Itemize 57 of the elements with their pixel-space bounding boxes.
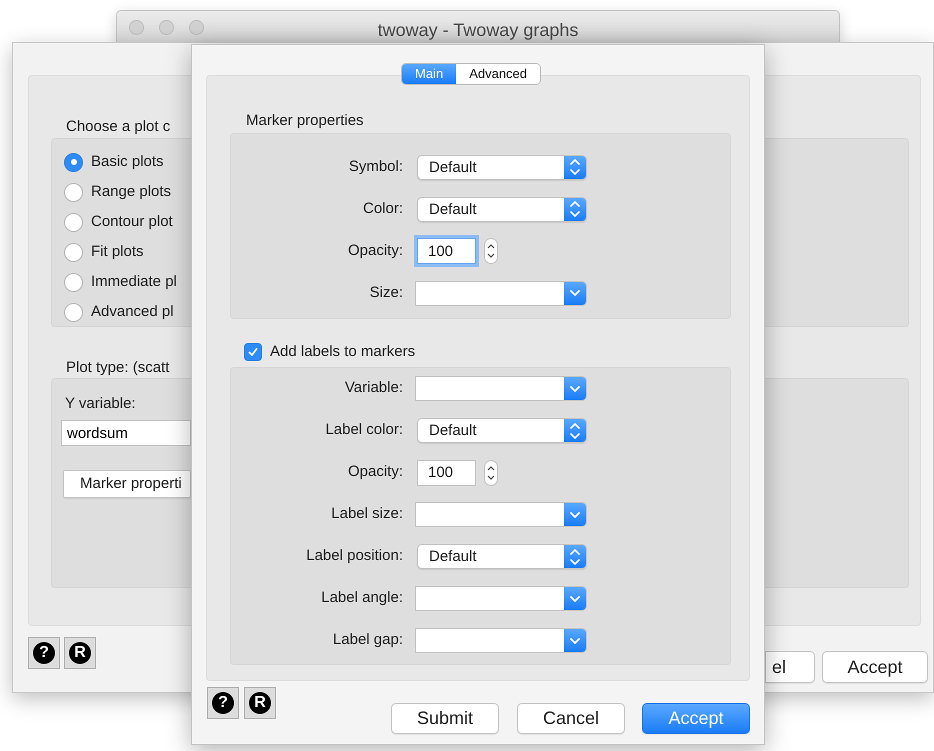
- checkbox-label[interactable]: Add labels to markers: [270, 341, 416, 364]
- stepper[interactable]: [484, 238, 498, 264]
- field-label: Opacity:: [346, 240, 403, 261]
- field-label: Size:: [368, 282, 403, 303]
- field-label: Opacity:: [346, 462, 403, 482]
- chevron-down-icon: [570, 386, 580, 392]
- reset-button[interactable]: R: [244, 687, 276, 719]
- dropdown[interactable]: Default: [417, 418, 587, 443]
- field-label: Label position:: [305, 546, 403, 566]
- field-label: Symbol:: [348, 156, 403, 177]
- help-button[interactable]: ?: [207, 687, 239, 719]
- checkbox[interactable]: [244, 343, 262, 362]
- field-label: Y variable:: [65, 394, 136, 414]
- updown-arrow-icon: [570, 201, 580, 217]
- field-label: Color:: [362, 198, 403, 219]
- number-field[interactable]: 100: [417, 460, 476, 486]
- field-label: Label size:: [330, 504, 403, 524]
- combo-box[interactable]: [415, 628, 587, 653]
- combo-box[interactable]: [415, 376, 587, 401]
- combo-box[interactable]: [415, 586, 587, 611]
- dropdown[interactable]: Default: [417, 196, 587, 222]
- chevron-down-icon: [570, 512, 580, 518]
- stepper[interactable]: [484, 460, 498, 486]
- chevron-down-icon: [570, 638, 580, 644]
- number-field[interactable]: 100: [417, 238, 476, 264]
- updown-arrow-icon: [570, 548, 580, 564]
- window-title: twoway - Twoway graphs: [376, 19, 580, 42]
- combo-box[interactable]: [415, 280, 587, 306]
- radio-label[interactable]: Fit plots: [91, 241, 144, 264]
- dialog-button[interactable]: Cancel: [517, 703, 625, 734]
- field-label: Label color:: [324, 420, 403, 440]
- dialog-button[interactable]: el: [765, 651, 815, 683]
- radio-label[interactable]: Basic plots: [91, 151, 164, 174]
- radio-label[interactable]: Immediate pl: [91, 271, 177, 294]
- reset-button[interactable]: R: [64, 637, 96, 669]
- section-title: Marker properties: [246, 112, 365, 130]
- radio-label[interactable]: Advanced pl: [91, 301, 174, 324]
- chevron-down-icon: [570, 290, 580, 296]
- radio-label[interactable]: Range plots: [91, 181, 172, 204]
- check-icon: [247, 346, 259, 358]
- radio-label[interactable]: Contour plot: [91, 211, 173, 234]
- dropdown[interactable]: Default: [417, 154, 587, 180]
- dialog-button[interactable]: Submit: [391, 703, 499, 734]
- field-label: Label angle:: [320, 588, 403, 608]
- updown-arrow-icon: [570, 422, 580, 438]
- combo-box[interactable]: [415, 502, 587, 527]
- dropdown[interactable]: Default: [417, 544, 587, 569]
- input-field[interactable]: wordsum: [61, 420, 191, 446]
- help-button[interactable]: ?: [28, 637, 60, 669]
- group-label: Choose a plot c: [66, 117, 170, 137]
- field-label: Label gap:: [332, 630, 403, 650]
- marker-properties-button[interactable]: Marker properti: [63, 470, 191, 498]
- group-label: Plot type: (scatt: [66, 358, 170, 378]
- chevron-down-icon: [570, 596, 580, 602]
- field-label: Variable:: [344, 378, 403, 398]
- updown-arrow-icon: [570, 159, 580, 175]
- dialog-button[interactable]: Accept: [822, 651, 928, 683]
